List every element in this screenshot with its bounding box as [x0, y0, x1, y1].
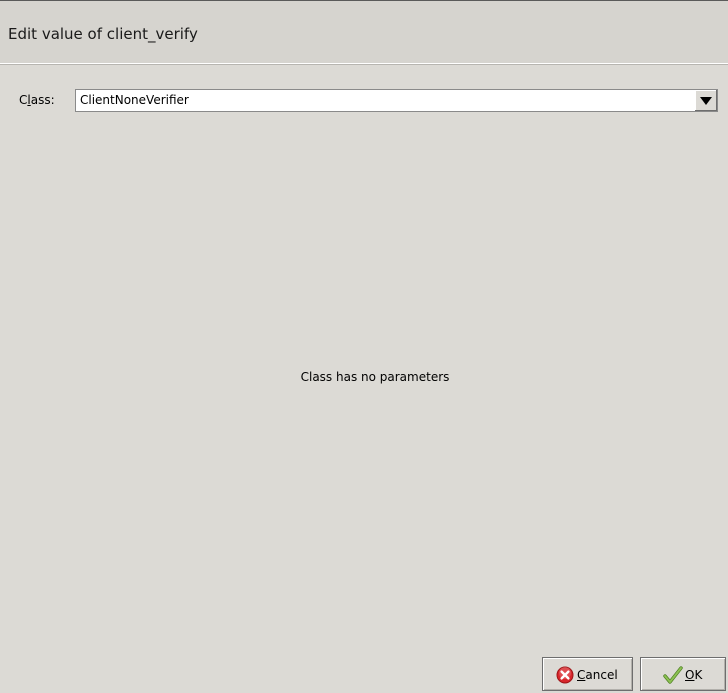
dialog-header: Edit value of client_verify	[0, 1, 728, 64]
ok-mnemonic: O	[685, 668, 695, 682]
cancel-button-content: Cancel	[556, 666, 618, 684]
class-combobox-value[interactable]: ClientNoneVerifier	[80, 92, 189, 109]
cancel-mnemonic: C	[577, 668, 586, 682]
cancel-button[interactable]: Cancel	[542, 657, 633, 691]
dropdown-arrow-icon	[700, 97, 712, 105]
ok-label: K	[694, 668, 703, 682]
dialog-title: Edit value of client_verify	[8, 25, 198, 43]
no-parameters-message: Class has no parameters	[300, 370, 450, 384]
checkmark-icon	[663, 666, 683, 684]
class-label: Class:	[19, 92, 55, 108]
cancel-label: ancel	[585, 668, 618, 682]
ok-button-content: OK	[663, 666, 702, 684]
class-combobox[interactable]: ClientNoneVerifier	[75, 89, 718, 112]
cancel-circle-icon	[556, 666, 574, 684]
class-row: Class: ClientNoneVerifier	[19, 89, 718, 113]
ok-button[interactable]: OK	[640, 657, 726, 691]
edit-value-dialog: Edit value of client_verify Class: Clien…	[0, 0, 728, 693]
class-label-suffix: ass:	[30, 93, 55, 107]
class-dropdown-button[interactable]	[694, 90, 717, 111]
